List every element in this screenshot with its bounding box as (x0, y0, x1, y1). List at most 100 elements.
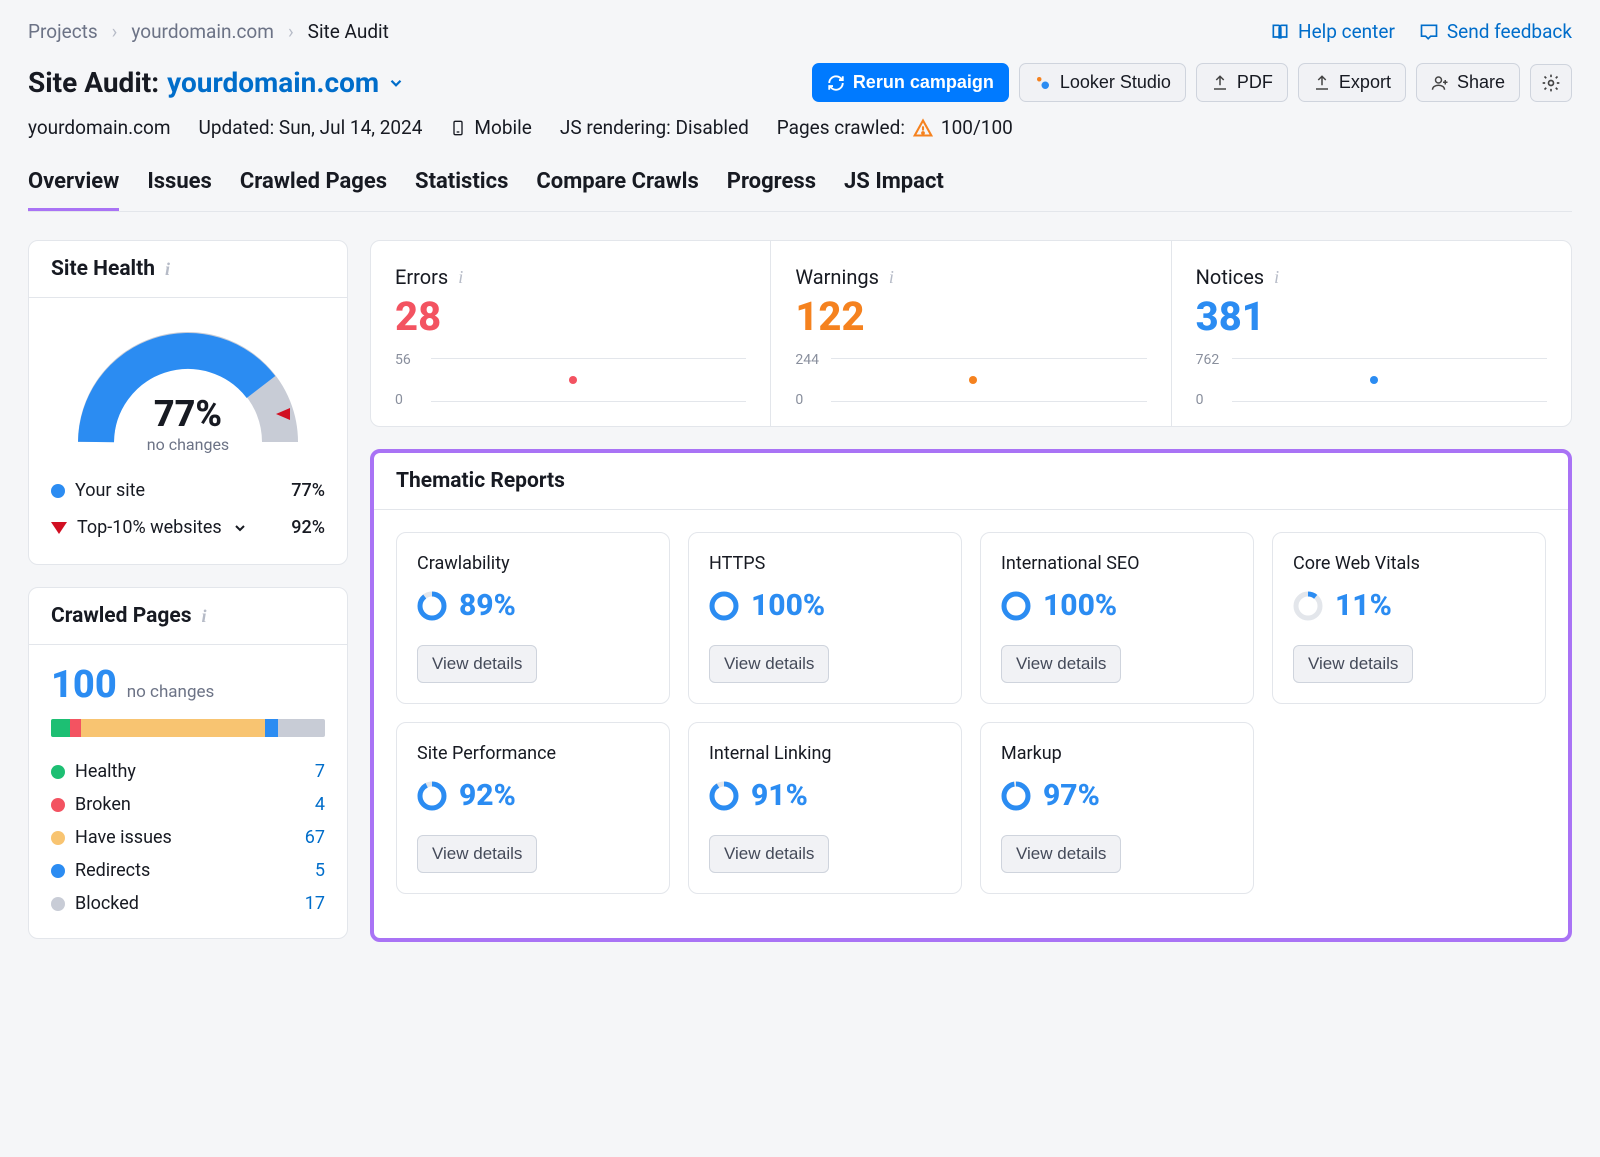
stat-notices-value: 381 (1196, 293, 1547, 340)
chevron-down-icon[interactable] (232, 520, 248, 536)
thematic-card-percent: 11% (1335, 588, 1392, 623)
thematic-card-percent: 97% (1043, 778, 1100, 813)
thematic-card-percent: 100% (1043, 588, 1117, 623)
view-details-button[interactable]: View details (417, 645, 537, 683)
stat-errors[interactable]: Errors i 28 56 0 (371, 241, 771, 426)
crawled-pages-row[interactable]: Broken4 (51, 788, 325, 821)
meta-crawled: Pages crawled: 100/100 (777, 116, 1013, 139)
stacked-bar-segment (278, 719, 325, 737)
issues-summary-card: Errors i 28 56 0 Warnings i (370, 240, 1572, 427)
thematic-card: Markup 97% View details (980, 722, 1254, 894)
tab-statistics[interactable]: Statistics (415, 169, 508, 211)
stacked-bar-segment (81, 719, 265, 737)
upload-icon (1313, 74, 1331, 92)
info-icon[interactable]: i (458, 267, 463, 288)
meta-row: yourdomain.com Updated: Sun, Jul 14, 202… (28, 116, 1572, 139)
thematic-card-percent: 91% (751, 778, 808, 813)
meta-updated: Updated: Sun, Jul 14, 2024 (199, 116, 423, 139)
person-plus-icon (1431, 74, 1449, 92)
crawled-pages-row[interactable]: Have issues 67 (51, 821, 325, 854)
chevron-right-icon: › (112, 20, 118, 43)
book-icon (1270, 22, 1290, 42)
breadcrumb-current: Site Audit (308, 20, 389, 43)
crawled-total: 100 (51, 663, 117, 707)
export-button[interactable]: Export (1298, 63, 1406, 102)
thematic-card-percent: 92% (459, 778, 516, 813)
info-icon[interactable]: i (1274, 267, 1279, 288)
thematic-title: Thematic Reports (396, 469, 565, 493)
export-label: Export (1339, 72, 1391, 93)
site-health-percent: 77% (68, 393, 308, 435)
crawled-pages-value: 5 (315, 860, 325, 881)
view-details-button[interactable]: View details (1001, 645, 1121, 683)
breadcrumb-projects[interactable]: Projects (28, 20, 98, 43)
crawled-pages-value: 67 (305, 827, 325, 848)
legend-dot-icon (51, 798, 65, 812)
share-button[interactable]: Share (1416, 63, 1520, 102)
tab-issues[interactable]: Issues (147, 169, 212, 211)
pdf-label: PDF (1237, 72, 1273, 93)
sparkline-warnings: 244 0 (795, 352, 1146, 408)
crawled-pages-row[interactable]: Healthy7 (51, 755, 325, 788)
breadcrumb-domain[interactable]: yourdomain.com (131, 20, 274, 43)
progress-ring-icon (1001, 781, 1031, 811)
thematic-card: Site Performance 92% View details (396, 722, 670, 894)
pdf-button[interactable]: PDF (1196, 63, 1288, 102)
stacked-bar-segment (70, 719, 81, 737)
tab-js-impact[interactable]: JS Impact (844, 169, 944, 211)
gear-icon (1541, 73, 1561, 93)
thematic-card-title: HTTPS (709, 553, 941, 574)
view-details-button[interactable]: View details (709, 645, 829, 683)
crawled-pages-label: Redirects (75, 860, 150, 881)
site-health-title: Site Health (51, 257, 155, 281)
crawled-pages-row[interactable]: Redirects 5 (51, 854, 325, 887)
site-health-sub: no changes (68, 435, 308, 454)
domain-selector[interactable]: yourdomain.com (167, 66, 405, 99)
thematic-card-title: Markup (1001, 743, 1233, 764)
looker-icon (1034, 74, 1052, 92)
help-center-label: Help center (1298, 20, 1395, 43)
progress-ring-icon (417, 591, 447, 621)
tab-progress[interactable]: Progress (727, 169, 816, 211)
progress-ring-icon (417, 781, 447, 811)
upload-icon (1211, 74, 1229, 92)
tabs: Overview Issues Crawled Pages Statistics… (28, 169, 1572, 212)
send-feedback-link[interactable]: Send feedback (1419, 20, 1572, 43)
thematic-card-title: Site Performance (417, 743, 649, 764)
crawled-pages-row[interactable]: Blocked17 (51, 887, 325, 920)
thematic-reports-card: Thematic Reports Crawlability 89% View d… (370, 449, 1572, 942)
tab-crawled-pages[interactable]: Crawled Pages (240, 169, 387, 211)
tab-compare-crawls[interactable]: Compare Crawls (536, 169, 698, 211)
view-details-button[interactable]: View details (1001, 835, 1121, 873)
thematic-card-percent: 100% (751, 588, 825, 623)
view-details-button[interactable]: View details (417, 835, 537, 873)
send-feedback-label: Send feedback (1447, 20, 1572, 43)
crawled-pages-label: Healthy (75, 761, 136, 782)
progress-ring-icon (709, 781, 739, 811)
your-site-value: 77% (291, 480, 325, 501)
stat-warnings-value: 122 (795, 293, 1146, 340)
view-details-button[interactable]: View details (709, 835, 829, 873)
legend-dot-icon (51, 765, 65, 779)
stat-warnings[interactable]: Warnings i 122 244 0 (771, 241, 1171, 426)
thematic-card: International SEO 100% View details (980, 532, 1254, 704)
legend-dot-your-site (51, 484, 65, 498)
thematic-card-percent: 89% (459, 588, 516, 623)
info-icon[interactable]: i (165, 259, 170, 280)
help-center-link[interactable]: Help center (1270, 20, 1395, 43)
stat-errors-value: 28 (395, 293, 746, 340)
info-icon[interactable]: i (201, 606, 206, 627)
crawled-pages-label: Have issues (75, 827, 172, 848)
rerun-campaign-button[interactable]: Rerun campaign (812, 63, 1009, 102)
view-details-button[interactable]: View details (1293, 645, 1413, 683)
info-icon[interactable]: i (889, 267, 894, 288)
sparkline-errors: 56 0 (395, 352, 746, 408)
meta-domain: yourdomain.com (28, 116, 171, 139)
looker-studio-button[interactable]: Looker Studio (1019, 63, 1186, 102)
rerun-label: Rerun campaign (853, 72, 994, 93)
progress-ring-icon (1293, 591, 1323, 621)
stat-notices[interactable]: Notices i 381 762 0 (1172, 241, 1571, 426)
progress-ring-icon (1001, 591, 1031, 621)
settings-button[interactable] (1530, 64, 1572, 102)
tab-overview[interactable]: Overview (28, 169, 119, 211)
